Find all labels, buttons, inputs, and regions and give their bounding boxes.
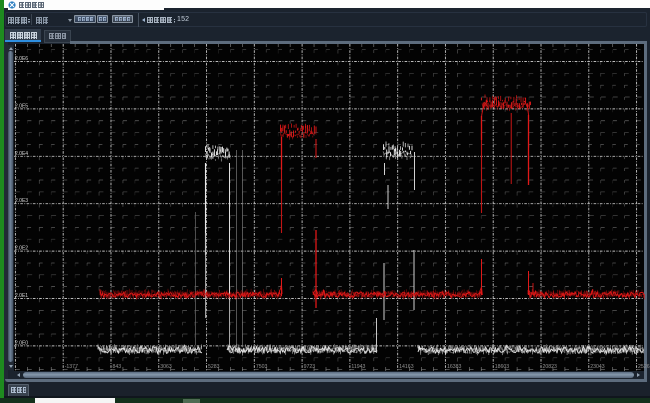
svg-text:2.0E4: 2.0E4 <box>15 151 28 157</box>
svg-text:5283: 5283 <box>208 364 220 370</box>
svg-text:14163: 14163 <box>399 364 414 370</box>
svg-text:25263: 25263 <box>638 364 650 370</box>
svg-text:2.0E1: 2.0E1 <box>15 293 28 299</box>
svg-text:9723: 9723 <box>304 364 316 370</box>
svg-text:2.0E3: 2.0E3 <box>15 198 28 204</box>
svg-text:23043: 23043 <box>590 364 605 370</box>
svg-text:-1377: -1377 <box>65 364 78 370</box>
svg-text:18603: 18603 <box>495 364 510 370</box>
svg-text:7503: 7503 <box>256 364 268 370</box>
svg-text:20823: 20823 <box>543 364 558 370</box>
svg-text:16383: 16383 <box>447 364 462 370</box>
svg-text:2.0E5: 2.0E5 <box>15 103 28 109</box>
svg-text:3063: 3063 <box>160 364 172 370</box>
svg-text:2.0E0: 2.0E0 <box>15 340 28 346</box>
svg-text:2.0E2: 2.0E2 <box>15 246 28 252</box>
svg-text:2.0E6: 2.0E6 <box>15 56 28 62</box>
svg-text:11943: 11943 <box>351 364 365 370</box>
svg-text:843: 843 <box>112 364 121 370</box>
